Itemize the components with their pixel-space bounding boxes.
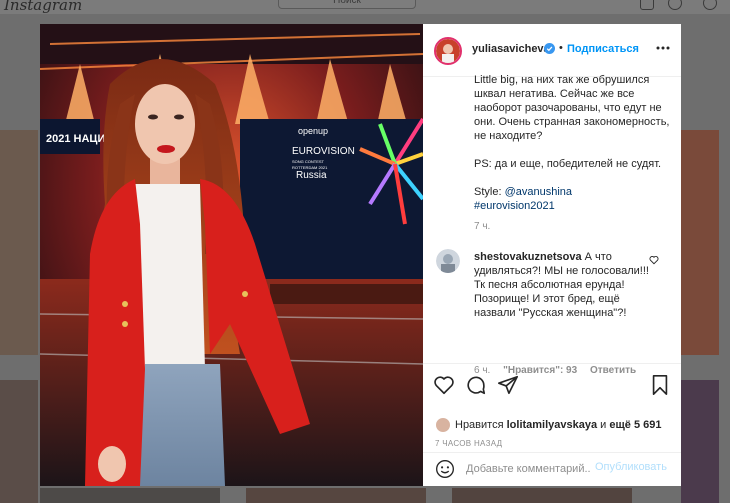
comment-input[interactable] (466, 461, 590, 477)
background-search: Поиск (278, 0, 416, 9)
stage-logo: EUROVISION (292, 146, 355, 157)
like-heart-icon[interactable] (433, 374, 455, 396)
background-tile (0, 130, 38, 355)
verified-badge-icon (544, 43, 555, 54)
post-detail-panel: yuliasavicheva • Подписаться Little big,… (423, 24, 681, 486)
explore-icon (668, 0, 682, 10)
caption-style-line: Style: @avanushina (474, 185, 674, 199)
posted-time[interactable]: 7 ЧАСОВ НАЗАД (435, 439, 502, 448)
save-bookmark-icon[interactable] (649, 374, 671, 396)
background-header: Instagram Поиск (0, 0, 730, 14)
background-tile (452, 488, 632, 503)
more-options-icon[interactable] (655, 42, 671, 54)
commenter-avatar[interactable] (436, 249, 460, 273)
author-avatar-image (436, 39, 460, 63)
stage-logo-sub: SONG CONTEST (292, 159, 325, 164)
style-prefix: Style: (474, 186, 505, 198)
follow-button[interactable]: Подписаться (567, 43, 639, 55)
header-separator: • (559, 42, 563, 54)
stage-brand: openup (298, 126, 328, 136)
likes-summary: Нравится lolitamilyavskaya и ещё 5 691 (435, 417, 662, 433)
author-avatar[interactable] (434, 37, 462, 65)
post-caption: Little big, на них так же обрушился шква… (474, 73, 674, 234)
heart-nav-icon (703, 0, 717, 10)
likes-count[interactable]: ещё 5 691 (609, 419, 661, 431)
author-username[interactable]: yuliasavicheva (472, 43, 550, 55)
commenter-username[interactable]: shestovakuznetsova (474, 251, 582, 263)
caption-paragraph: PS: да и еще, победителей не судят. (474, 158, 662, 170)
comment-like-heart-icon[interactable] (649, 255, 659, 265)
emoji-icon[interactable] (435, 459, 455, 479)
comment-body: shestovakuznetsova А что удивляться?! МЫ… (474, 250, 654, 320)
add-comment-bar: Опубликовать (423, 452, 681, 487)
stage-year-label: 2021 НАЦИ (46, 133, 105, 145)
style-mention-link[interactable]: @avanushina (505, 186, 572, 198)
background-tile (681, 130, 719, 355)
stage-country: Russia (296, 170, 327, 181)
caption-time[interactable]: 7 ч. (474, 220, 674, 234)
share-send-icon[interactable] (497, 374, 519, 396)
post-header: yuliasavicheva • Подписаться (423, 24, 681, 77)
background-tile (0, 380, 38, 503)
liker-username[interactable]: lolitamilyavskaya (507, 419, 598, 431)
background-tile (246, 488, 426, 503)
post-image[interactable]: 2021 НАЦИ openup EUROVISION SONG CONTEST… (40, 24, 423, 486)
home-icon (640, 0, 654, 10)
publish-button[interactable]: Опубликовать (595, 461, 667, 473)
caption-paragraph: Little big, на них так же обрушился шква… (474, 74, 670, 142)
comment-bubble-icon[interactable] (465, 374, 487, 396)
post-photo: 2021 НАЦИ openup EUROVISION SONG CONTEST… (40, 24, 423, 486)
likes-middle: и (597, 418, 610, 431)
likes-prefix: Нравится (455, 418, 507, 431)
instagram-logo: Instagram (4, 0, 83, 14)
background-tile (40, 488, 220, 503)
background-tile (681, 380, 719, 503)
hashtag-link[interactable]: #eurovision2021 (474, 200, 555, 212)
liker-avatar[interactable] (435, 417, 451, 433)
commenter-avatar-image (436, 249, 460, 273)
